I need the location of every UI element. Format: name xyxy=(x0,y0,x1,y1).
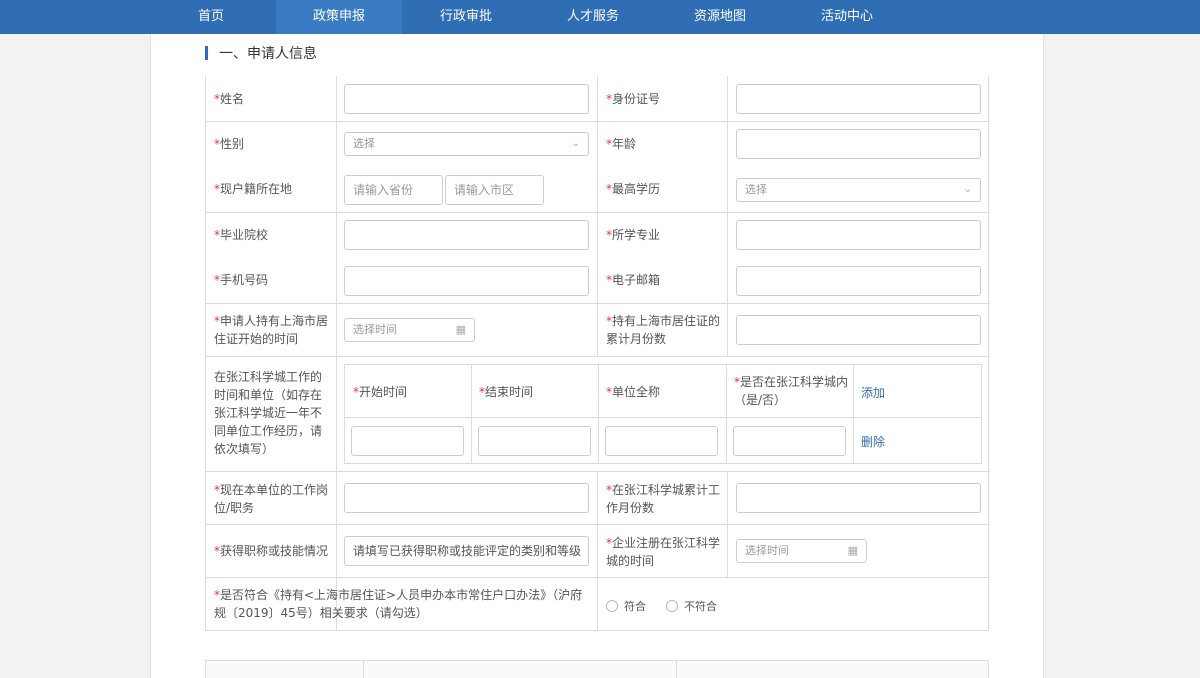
divider xyxy=(206,121,990,122)
calendar-icon: ▦ xyxy=(455,323,466,336)
age-input[interactable] xyxy=(736,129,981,159)
col-end-header: *结束时间 xyxy=(479,385,534,399)
position-input[interactable] xyxy=(344,483,589,513)
education-label: *最高学历 xyxy=(606,182,661,196)
compliance-no-radio[interactable]: 不符合 xyxy=(666,598,717,614)
top-nav: 首页 政策申报 行政审批 人才服务 资源地图 活动中心 xyxy=(0,0,1200,34)
compliance-yes-radio[interactable]: 符合 xyxy=(606,598,646,614)
school-input[interactable] xyxy=(344,220,589,250)
permit-start-label: *申请人持有上海市居住证开始的时间 xyxy=(214,314,329,346)
divider xyxy=(471,365,472,463)
divider xyxy=(598,365,599,463)
section-title-text: 一、申请人信息 xyxy=(219,46,317,62)
divider xyxy=(206,212,990,213)
divider xyxy=(853,365,854,463)
divider xyxy=(206,303,990,304)
gender-select[interactable]: 选择 ⌄ xyxy=(344,132,589,156)
work-in-zhangjiang-input[interactable] xyxy=(733,426,846,456)
divider xyxy=(206,471,990,472)
age-label: *年龄 xyxy=(606,137,637,151)
work-history-table: *开始时间 *结束时间 *单位全称 *是否在张江科学城内（是/否） 添加 删除 xyxy=(344,364,982,464)
chevron-down-icon: ⌄ xyxy=(963,184,972,195)
position-label: *现在本单位的工作岗位/职务 xyxy=(214,483,329,515)
divider xyxy=(206,524,990,525)
section-title: 一、申请人信息 xyxy=(205,44,317,62)
divider xyxy=(726,365,727,463)
divider xyxy=(336,356,337,471)
col-start-header: *开始时间 xyxy=(353,385,408,399)
col-company-header: *单位全称 xyxy=(606,385,661,399)
next-section-table xyxy=(205,660,989,678)
nav-item-activity[interactable]: 活动中心 xyxy=(784,0,910,34)
divider xyxy=(676,661,677,678)
col-in-zhangjiang-header: *是否在张江科学城内（是/否） xyxy=(734,375,849,407)
name-label: *姓名 xyxy=(214,92,245,106)
work-end-input[interactable] xyxy=(478,426,591,456)
company-reg-date[interactable]: 选择时间 ▦ xyxy=(736,539,867,563)
email-input[interactable] xyxy=(736,266,981,296)
compliance-label: *是否符合《持有<上海市居住证>人员申办本市常住户口办法》（沪府规〔2019〕4… xyxy=(214,588,583,620)
id-number-input[interactable] xyxy=(736,84,981,114)
delete-row-link[interactable]: 删除 xyxy=(861,433,885,450)
permit-months-input[interactable] xyxy=(736,315,981,345)
title-skill-input[interactable]: 请填写已获得职称或技能评定的类别和等级 xyxy=(344,536,589,566)
chevron-down-icon: ⌄ xyxy=(571,138,580,149)
work-start-input[interactable] xyxy=(351,426,464,456)
hukou-label: *现户籍所在地 xyxy=(214,182,293,196)
radio-circle-icon xyxy=(666,600,678,612)
divider xyxy=(363,661,364,678)
nav-item-policy[interactable]: 政策申报 xyxy=(276,0,402,34)
email-label: *电子邮箱 xyxy=(606,273,661,287)
company-reg-label: *企业注册在张江科学城的时间 xyxy=(606,536,721,568)
permit-start-date[interactable]: 选择时间 ▦ xyxy=(344,318,475,342)
nav-item-admin[interactable]: 行政审批 xyxy=(403,0,529,34)
education-select[interactable]: 选择 ⌄ xyxy=(736,178,981,202)
name-input[interactable] xyxy=(344,84,589,114)
major-label: *所学专业 xyxy=(606,228,661,242)
zj-months-input[interactable] xyxy=(736,483,981,513)
section-marker xyxy=(205,46,208,60)
title-skill-label: *获得职称或技能情况 xyxy=(214,544,329,558)
hukou-province-input[interactable]: 请输入省份 xyxy=(344,175,443,205)
divider xyxy=(597,76,598,356)
gender-label: *性别 xyxy=(214,137,245,151)
calendar-icon: ▦ xyxy=(847,544,858,557)
divider xyxy=(727,76,728,356)
work-history-label: 在张江科学城工作的时间和单位（如存在张江科学城近一年不同单位工作经历，请依次填写… xyxy=(214,370,323,456)
applicant-form: *姓名 *身份证号 *性别 选择 ⌄ *年龄 *现户籍所在地 请输入省份 请输入市… xyxy=(205,76,990,631)
major-input[interactable] xyxy=(736,220,981,250)
phone-input[interactable] xyxy=(344,266,589,296)
hukou-city-input[interactable]: 请输入市区 xyxy=(445,175,544,205)
divider xyxy=(206,356,990,357)
radio-circle-icon xyxy=(606,600,618,612)
nav-item-talent[interactable]: 人才服务 xyxy=(530,0,656,34)
nav-item-resource-map[interactable]: 资源地图 xyxy=(657,0,783,34)
divider xyxy=(597,471,598,631)
divider xyxy=(345,417,981,418)
permit-months-label: *持有上海市居住证的累计月份数 xyxy=(606,314,721,346)
school-label: *毕业院校 xyxy=(214,228,269,242)
phone-label: *手机号码 xyxy=(214,273,269,287)
zj-months-label: *在张江科学城累计工作月份数 xyxy=(606,483,721,515)
divider xyxy=(206,577,990,578)
work-company-input[interactable] xyxy=(605,426,718,456)
divider xyxy=(336,76,337,356)
nav-item-home[interactable]: 首页 xyxy=(148,0,274,34)
add-row-link[interactable]: 添加 xyxy=(861,384,885,401)
id-number-label: *身份证号 xyxy=(606,92,661,106)
